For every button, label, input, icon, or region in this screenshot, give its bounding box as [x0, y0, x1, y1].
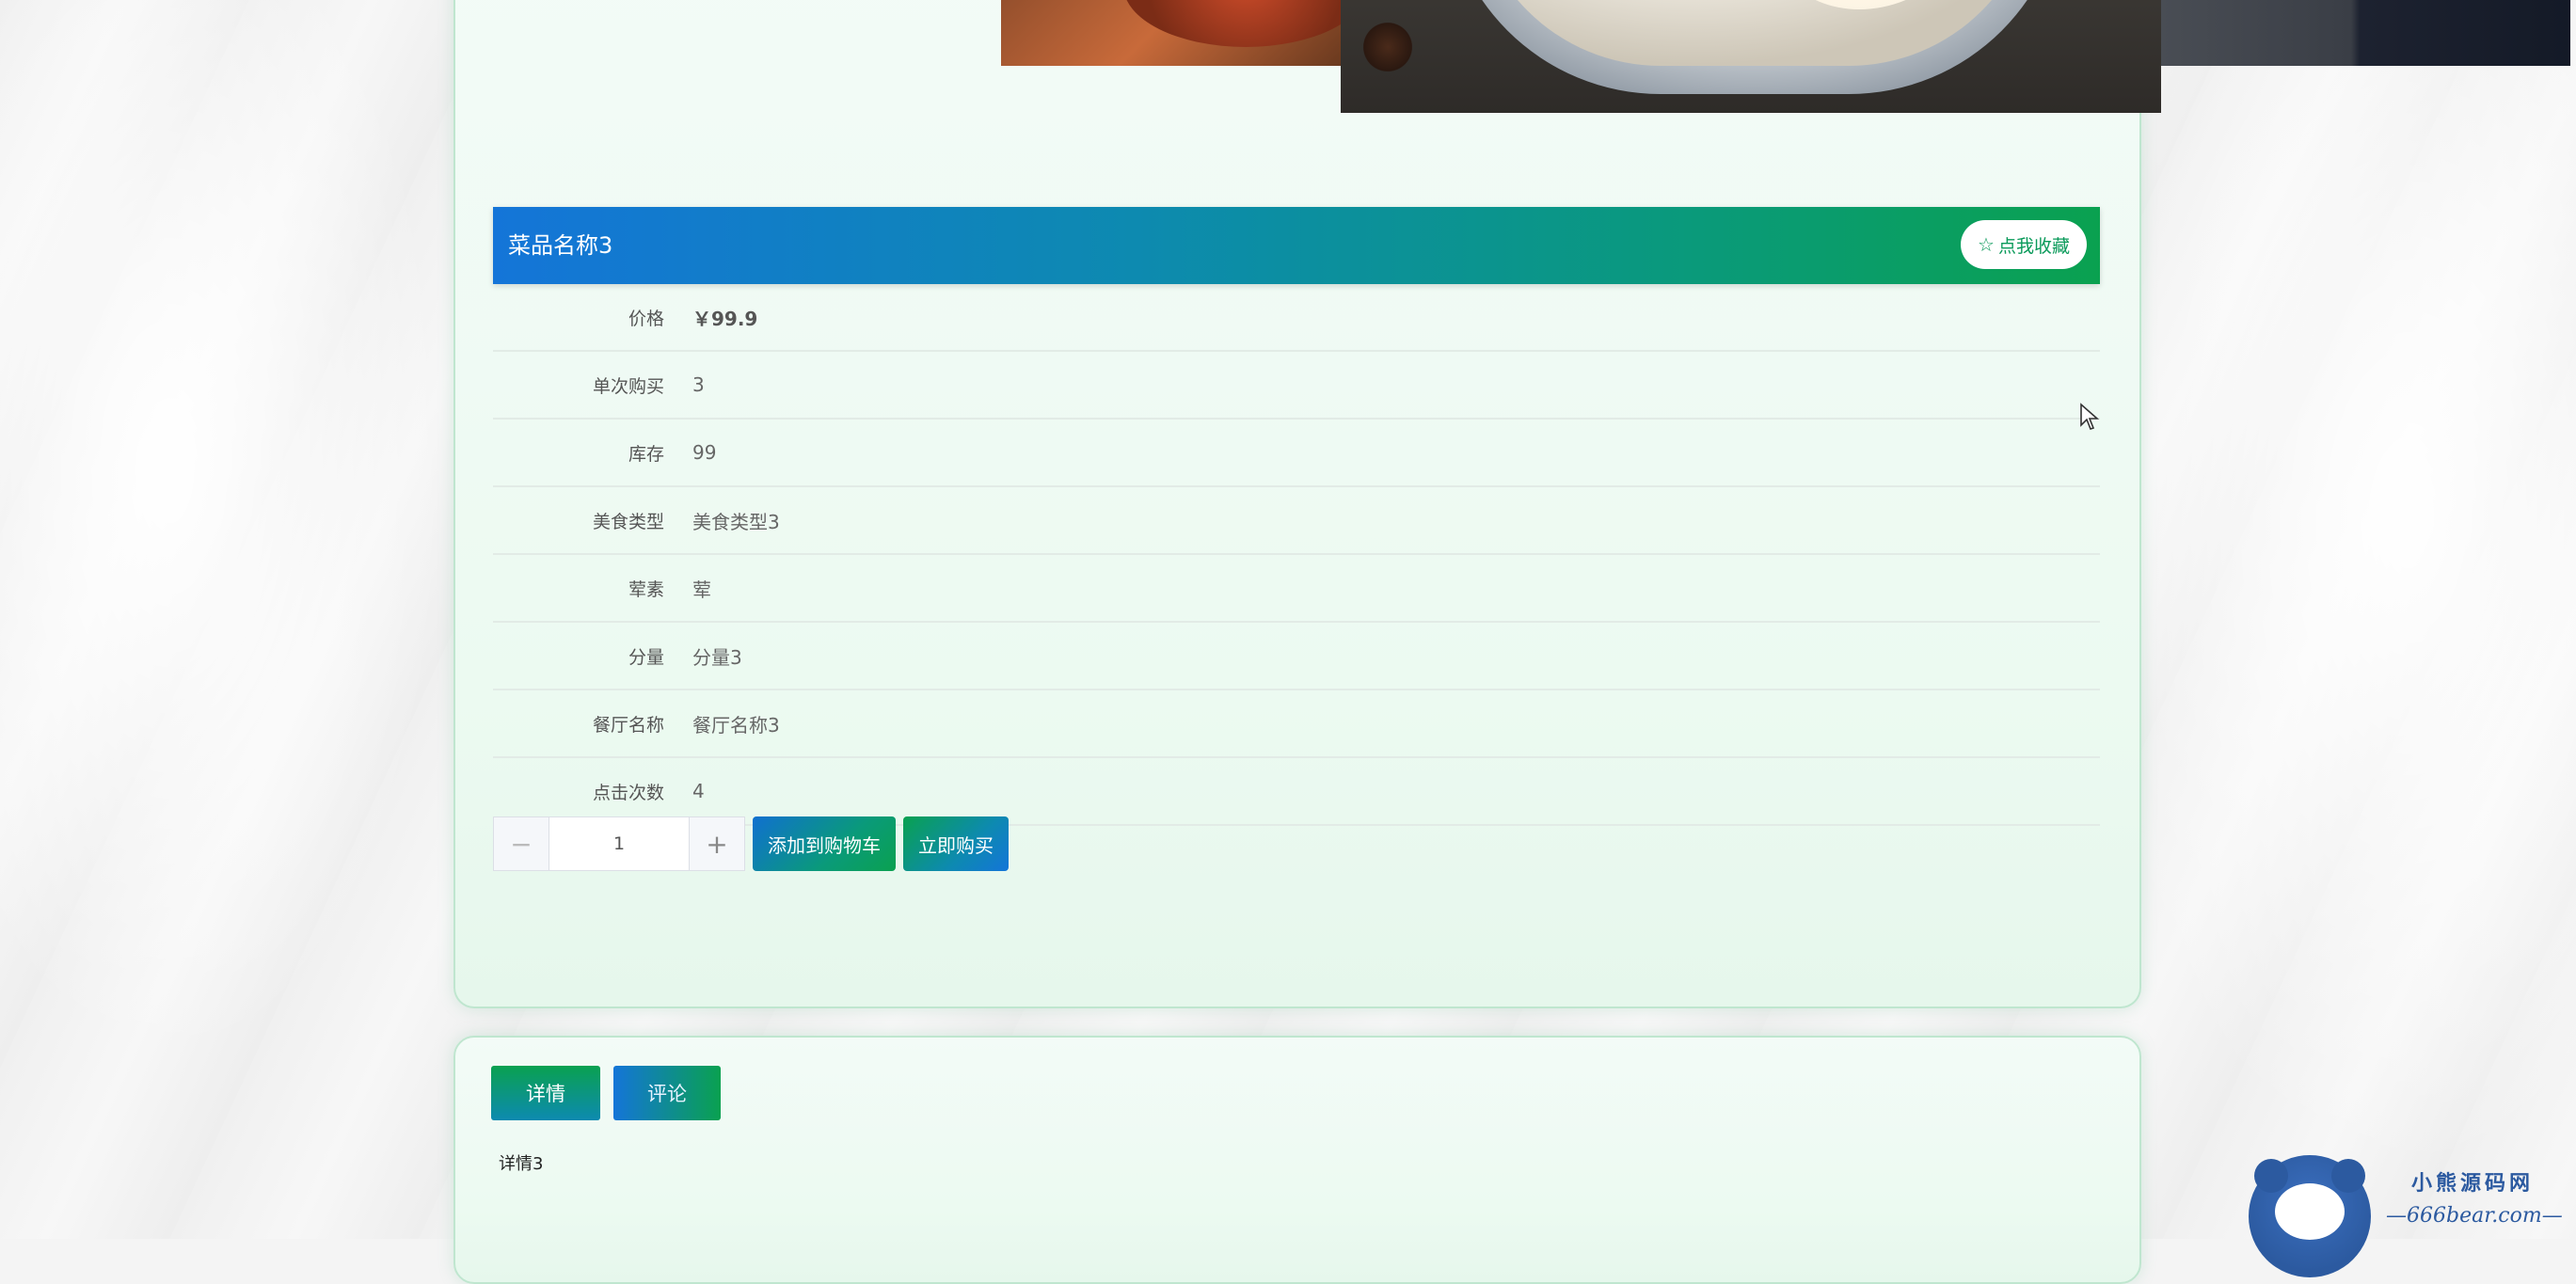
attribute-label: 价格: [628, 308, 664, 329]
attribute-row-meat-veg: 荤素 荤: [493, 555, 2100, 623]
product-title-bar: 菜品名称3 ☆ 点我收藏: [493, 207, 2100, 284]
attribute-value: 4: [692, 780, 705, 802]
purchase-actions: − + 添加到购物车 立即购买: [493, 816, 1009, 871]
attribute-value: 荤: [692, 578, 711, 601]
attribute-value: 分量3: [692, 645, 742, 669]
quantity-stepper: − +: [493, 816, 745, 871]
image-carousel[interactable]: [455, 0, 2570, 122]
attribute-row-portion: 分量 分量3: [493, 623, 2100, 690]
watermark-title: 小熊源码网: [2411, 1171, 2535, 1196]
product-attributes: 价格 ￥99.9 单次购买 3 库存 99 美食类型 美食类型3 荤素 荤 分量…: [493, 284, 2100, 826]
watermark: 小熊源码网 —666bear.com—: [2249, 1155, 2568, 1277]
tab-bar: 详情 评论: [491, 1066, 721, 1120]
decrement-button[interactable]: −: [494, 817, 549, 870]
attribute-row-price: 价格 ￥99.9: [493, 284, 2100, 352]
attribute-label: 餐厅名称: [592, 714, 664, 736]
favorite-label: 点我收藏: [1997, 235, 2070, 257]
attribute-label: 分量: [628, 646, 664, 668]
quantity-input[interactable]: [549, 817, 689, 870]
attribute-label: 库存: [628, 443, 664, 465]
star-outline-icon: ☆: [1978, 233, 1995, 256]
watermark-url: —666bear.com—: [2386, 1204, 2563, 1228]
product-title: 菜品名称3: [508, 232, 613, 259]
buy-now-button[interactable]: 立即购买: [903, 816, 1009, 871]
tab-details[interactable]: 详情: [491, 1066, 600, 1120]
attribute-value: 美食类型3: [692, 510, 780, 533]
attribute-row-stock: 库存 99: [493, 420, 2100, 487]
bear-logo-icon: [2249, 1155, 2371, 1277]
carousel-image-next[interactable]: [2149, 0, 2570, 66]
attribute-label: 单次购买: [592, 375, 664, 397]
increment-button[interactable]: +: [689, 817, 744, 870]
attribute-label: 美食类型: [592, 511, 664, 532]
attribute-row-restaurant: 餐厅名称 餐厅名称3: [493, 690, 2100, 758]
attribute-value: 3: [692, 373, 705, 396]
detail-content: 详情3: [499, 1154, 544, 1174]
attribute-label: 荤素: [628, 579, 664, 600]
attribute-value: 餐厅名称3: [692, 713, 780, 737]
attribute-label: 点击次数: [592, 782, 664, 803]
favorite-button[interactable]: ☆ 点我收藏: [1961, 220, 2087, 269]
add-to-cart-button[interactable]: 添加到购物车: [753, 816, 896, 871]
attribute-value: ￥99.9: [692, 307, 758, 330]
attribute-value: 99: [692, 441, 717, 464]
attribute-row-food-type: 美食类型 美食类型3: [493, 487, 2100, 555]
product-detail-panel: 菜品名称3 ☆ 点我收藏 价格 ￥99.9 单次购买 3 库存 99 美食类型 …: [453, 0, 2570, 1008]
mouse-cursor-icon: [2080, 403, 2100, 430]
carousel-image-current[interactable]: [1341, 0, 2161, 113]
detail-tabs-panel: 详情 评论 详情3: [453, 1036, 2141, 1284]
attribute-row-purchase-limit: 单次购买 3: [493, 352, 2100, 420]
tab-comments[interactable]: 评论: [613, 1066, 721, 1120]
